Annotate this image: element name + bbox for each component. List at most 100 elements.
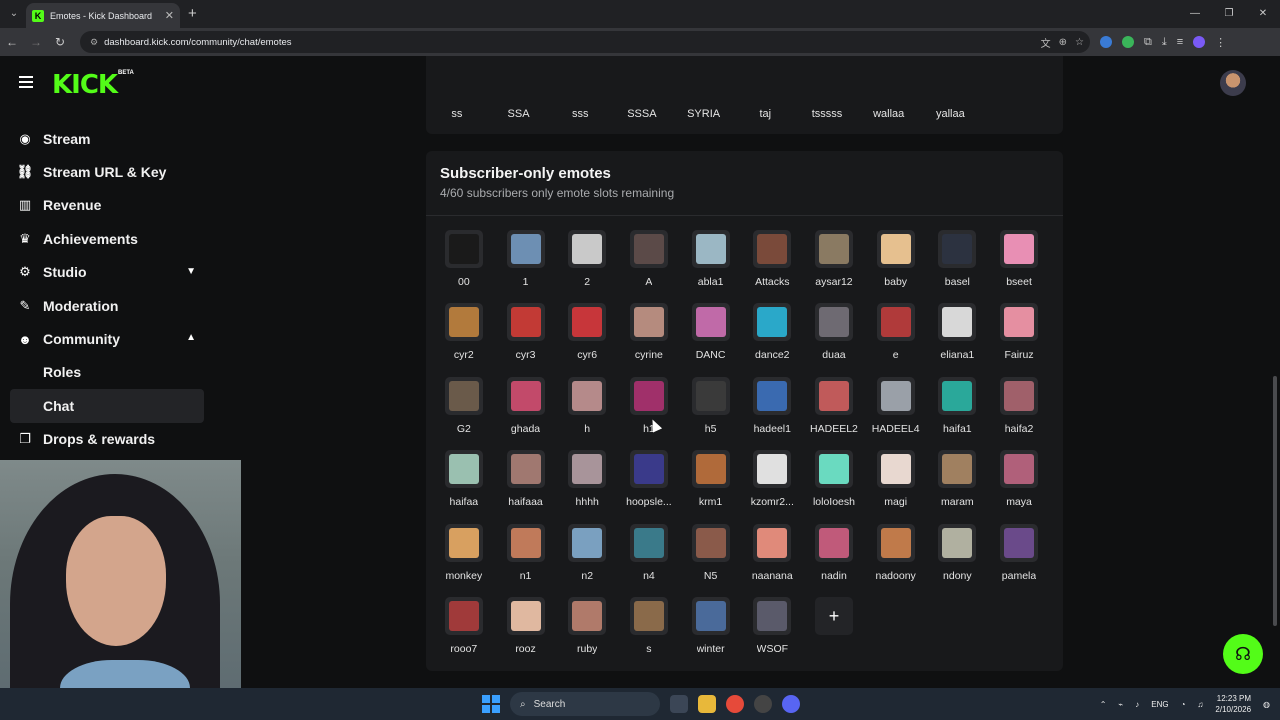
- emote-image[interactable]: [506, 450, 545, 489]
- previous-emote-name[interactable]: SYRIA: [673, 108, 735, 120]
- microphone-icon[interactable]: ♪: [1135, 700, 1139, 709]
- emote-tile[interactable]: Fairuz: [988, 303, 1050, 376]
- tab-search-icon[interactable]: ⌄: [6, 6, 22, 22]
- emote-image[interactable]: [629, 303, 668, 342]
- emote-tile[interactable]: Attacks: [741, 230, 803, 303]
- back-icon[interactable]: ←: [0, 35, 24, 49]
- emote-tile[interactable]: cyrine: [618, 303, 680, 376]
- emote-image[interactable]: [691, 376, 730, 415]
- emote-tile[interactable]: magi: [865, 450, 927, 523]
- kick-logo[interactable]: KICK: [52, 70, 118, 100]
- hamburger-menu-icon[interactable]: [19, 76, 33, 88]
- emote-tile[interactable]: maya: [988, 450, 1050, 523]
- shield-extension-icon[interactable]: [1122, 36, 1134, 48]
- restore-icon[interactable]: ❐: [1212, 0, 1246, 28]
- emote-image[interactable]: [938, 376, 977, 415]
- emote-image[interactable]: [753, 376, 792, 415]
- emote-tile[interactable]: e: [865, 303, 927, 376]
- previous-emote-name[interactable]: SSA: [488, 108, 550, 120]
- emote-image[interactable]: [814, 376, 853, 415]
- emote-image[interactable]: [506, 523, 545, 562]
- address-bar[interactable]: ⚙ dashboard.kick.com/community/chat/emot…: [80, 31, 1090, 53]
- menu-kebab-icon[interactable]: ⋮: [1215, 36, 1226, 49]
- emote-tile[interactable]: rooo7: [433, 596, 495, 670]
- sidebar-item-community[interactable]: ☻ Community ▲: [10, 322, 204, 355]
- emote-image[interactable]: [938, 303, 977, 342]
- emote-tile[interactable]: abla1: [680, 230, 742, 303]
- emote-image[interactable]: [506, 230, 545, 268]
- emote-tile[interactable]: 00: [433, 230, 495, 303]
- previous-emote-name[interactable]: wallaa: [858, 108, 920, 120]
- notification-bell-icon[interactable]: ◍: [1263, 700, 1270, 709]
- emote-tile[interactable]: s: [618, 596, 680, 670]
- emote-tile[interactable]: WSOF: [741, 596, 803, 670]
- emote-tile[interactable]: naanana: [741, 523, 803, 597]
- sidebar-item-revenue[interactable]: ▥ Revenue: [10, 189, 204, 222]
- emote-image[interactable]: [814, 230, 853, 268]
- emote-tile[interactable]: ruby: [556, 596, 618, 670]
- sidebar-item-studio[interactable]: ⚙ Studio ▼: [10, 256, 204, 289]
- emote-image[interactable]: [568, 450, 607, 489]
- browser-tab[interactable]: K Emotes - Kick Dashboard ✕: [26, 3, 180, 28]
- emote-image[interactable]: [444, 303, 483, 342]
- chrome-icon[interactable]: [726, 695, 744, 713]
- emote-image[interactable]: [444, 596, 483, 635]
- emote-tile[interactable]: cyr2: [433, 303, 495, 376]
- discord-icon[interactable]: [782, 695, 800, 713]
- emote-image[interactable]: [629, 523, 668, 562]
- previous-emote-name[interactable]: taj: [734, 108, 796, 120]
- emote-tile[interactable]: 2: [556, 230, 618, 303]
- sidebar-item-roles[interactable]: Roles: [10, 356, 204, 389]
- emote-image[interactable]: [876, 230, 915, 268]
- emote-tile[interactable]: hadeel1: [741, 376, 803, 450]
- emote-image[interactable]: [876, 523, 915, 562]
- emote-tile[interactable]: baby: [865, 230, 927, 303]
- emote-tile[interactable]: hoopsle...: [618, 450, 680, 523]
- emote-tile[interactable]: loloIoesh: [803, 450, 865, 523]
- emote-tile[interactable]: ndony: [927, 523, 989, 597]
- app-icon[interactable]: [754, 695, 772, 713]
- extension-icon[interactable]: [1100, 36, 1112, 48]
- chevron-up-icon[interactable]: ▲: [186, 332, 196, 343]
- sidebar-item-moderation[interactable]: ✎ Moderation: [10, 289, 204, 322]
- reading-list-icon[interactable]: ≡: [1177, 36, 1183, 48]
- sidebar-item-stream[interactable]: ◉ Stream: [10, 122, 204, 155]
- previous-emote-name[interactable]: SSSA: [611, 108, 673, 120]
- emote-tile[interactable]: cyr3: [495, 303, 557, 376]
- emote-image[interactable]: [1000, 303, 1039, 342]
- emote-tile[interactable]: kzomr2...: [741, 450, 803, 523]
- emote-image[interactable]: [691, 596, 730, 635]
- emote-tile[interactable]: G2: [433, 376, 495, 450]
- add-emote-tile[interactable]: +: [803, 596, 865, 670]
- emote-image[interactable]: [1000, 376, 1039, 415]
- reload-icon[interactable]: ↻: [48, 35, 72, 49]
- emote-image[interactable]: [753, 596, 792, 635]
- emote-tile[interactable]: maram: [927, 450, 989, 523]
- emote-image[interactable]: [876, 303, 915, 342]
- emote-image[interactable]: [938, 523, 977, 562]
- emote-image[interactable]: [938, 450, 977, 489]
- headset-support-icon[interactable]: ☊: [1223, 634, 1263, 674]
- emote-image[interactable]: [814, 523, 853, 562]
- emote-image[interactable]: [629, 230, 668, 268]
- close-tab-icon[interactable]: ✕: [165, 9, 174, 22]
- emote-tile[interactable]: nadoony: [865, 523, 927, 597]
- emote-tile[interactable]: N5: [680, 523, 742, 597]
- emote-image[interactable]: [506, 303, 545, 342]
- sidebar-item-chat[interactable]: Chat: [10, 389, 204, 423]
- emote-image[interactable]: [753, 450, 792, 489]
- emote-tile[interactable]: aysar12: [803, 230, 865, 303]
- emote-tile[interactable]: A: [618, 230, 680, 303]
- sidebar-item-achievements[interactable]: ♛ Achievements: [10, 222, 204, 255]
- download-icon[interactable]: ⤓: [1162, 36, 1167, 49]
- new-tab-icon[interactable]: +: [188, 5, 197, 22]
- emote-tile[interactable]: h1: [618, 376, 680, 450]
- emote-image[interactable]: [568, 596, 607, 635]
- emote-image[interactable]: [691, 523, 730, 562]
- wifi-icon[interactable]: ◔: [1181, 700, 1186, 709]
- emote-tile[interactable]: krm1: [680, 450, 742, 523]
- previous-emote-name[interactable]: yallaa: [920, 108, 982, 120]
- emote-tile[interactable]: basel: [927, 230, 989, 303]
- emote-tile[interactable]: dance2: [741, 303, 803, 376]
- language-indicator[interactable]: ENG: [1151, 700, 1168, 709]
